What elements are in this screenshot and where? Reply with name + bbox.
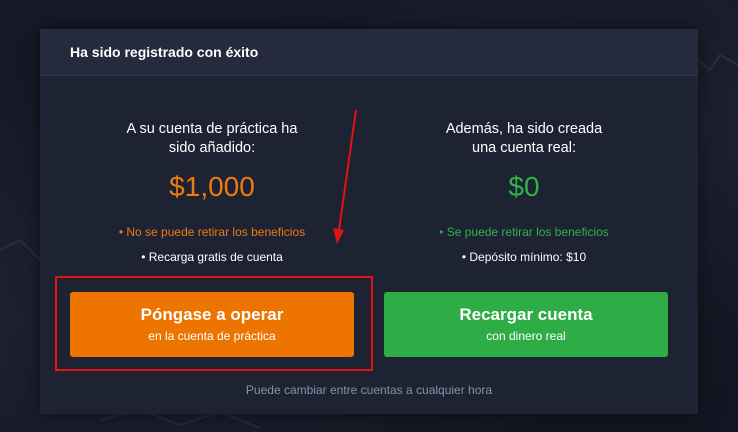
annotation-arrow-icon bbox=[333, 109, 357, 244]
